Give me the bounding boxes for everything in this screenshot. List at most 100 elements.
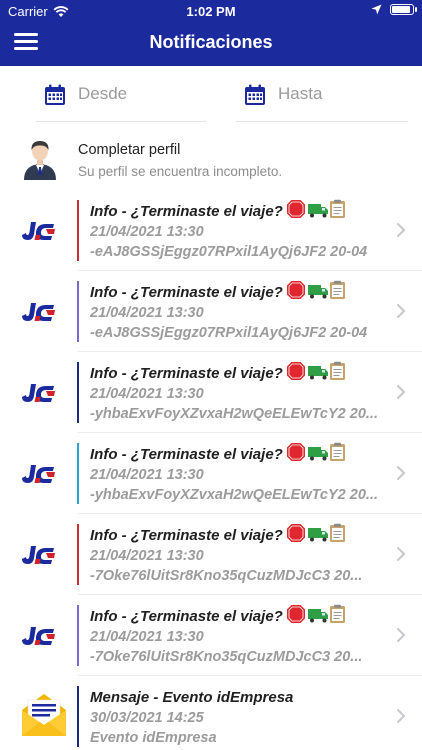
profile-subtitle: Su perfil se encuentra incompleto.: [78, 164, 283, 179]
notification-item[interactable]: Info - ¿Terminaste el viaje? 21/04/2021 …: [0, 433, 422, 514]
notification-text: Info - ¿Terminaste el viaje? 21/04/2021 …: [90, 361, 384, 424]
battery-icon: [390, 4, 417, 15]
date-filters: [0, 66, 422, 128]
emoji-icons: [286, 199, 348, 223]
notification-color-bar: [77, 362, 79, 423]
notification-detail: -yhbaExvFoyXZvxaH2wQeELEwTcY2 20...: [90, 487, 378, 503]
stop-sign-icon: [286, 281, 305, 299]
stop-sign-icon: [286, 524, 305, 542]
chevron-right-icon: [397, 547, 405, 561]
notification-detail: -7Oke76lUitSr8Kno35qCuzMDJcC3 20...: [90, 649, 363, 665]
emoji-icons: [286, 280, 348, 304]
notification-detail: -yhbaExvFoyXZvxaH2wQeELEwTcY2 20...: [90, 406, 378, 422]
notification-item[interactable]: Info - ¿Terminaste el viaje? 21/04/2021 …: [0, 352, 422, 433]
notification-color-bar: [77, 686, 79, 747]
notification-item[interactable]: Info - ¿Terminaste el viaje? 21/04/2021 …: [0, 271, 422, 352]
notification-text: Info - ¿Terminaste el viaje? 21/04/2021 …: [90, 280, 384, 343]
chevron-right-icon: [397, 466, 405, 480]
envelope-icon: [22, 694, 66, 736]
notification-detail: -7Oke76lUitSr8Kno35qCuzMDJcC3 20...: [90, 568, 363, 584]
notification-title-line: Info - ¿Terminaste el viaje?: [90, 442, 384, 466]
chevron-right-icon: [397, 385, 405, 399]
notification-title-line: Info - ¿Terminaste el viaje?: [90, 199, 384, 223]
company-logo-icon: [22, 222, 55, 240]
hasta-input[interactable]: [278, 84, 388, 104]
stop-sign-icon: [286, 443, 305, 461]
notification-list: Info - ¿Terminaste el viaje? 21/04/2021 …: [0, 190, 422, 750]
notification-title: Mensaje - Evento idEmpresa: [90, 688, 294, 706]
desde-filter[interactable]: [36, 84, 206, 122]
notification-title-line: Mensaje - Evento idEmpresa: [90, 686, 384, 708]
status-time: 1:02 PM: [186, 4, 236, 19]
clipboard-icon: [329, 523, 345, 542]
notification-item[interactable]: Info - ¿Terminaste el viaje? 21/04/2021 …: [0, 190, 422, 271]
user-avatar-icon: [24, 141, 56, 180]
truck-icon: [307, 204, 328, 218]
notification-color-bar: [77, 200, 79, 261]
notification-title-line: Info - ¿Terminaste el viaje?: [90, 280, 384, 304]
page-title: Notificaciones: [149, 32, 273, 52]
notification-detail: Evento idEmpresa: [90, 730, 217, 746]
notification-title-line: Info - ¿Terminaste el viaje?: [90, 361, 384, 385]
emoji-icons: [286, 442, 348, 466]
company-logo-icon: [22, 384, 55, 402]
notification-title: Info - ¿Terminaste el viaje?: [90, 283, 283, 301]
emoji-icons: [286, 604, 348, 628]
chevron-right-icon: [397, 304, 405, 318]
notification-title: Info - ¿Terminaste el viaje?: [90, 526, 283, 544]
complete-profile-item[interactable]: Completar perfil Su perfil se encuentra …: [0, 130, 422, 188]
notification-date: 21/04/2021 13:30: [90, 629, 204, 645]
truck-icon: [307, 366, 328, 380]
notification-date: 21/04/2021 13:30: [90, 548, 204, 564]
truck-icon: [307, 609, 328, 623]
emoji-icons: [286, 523, 348, 547]
truck-icon: [307, 447, 328, 461]
notification-text: Info - ¿Terminaste el viaje? 21/04/2021 …: [90, 442, 384, 505]
notification-item[interactable]: Info - ¿Terminaste el viaje? 21/04/2021 …: [0, 595, 422, 676]
notification-date: 21/04/2021 13:30: [90, 305, 204, 321]
calendar-icon: [245, 84, 265, 105]
stop-sign-icon: [286, 362, 305, 380]
chevron-right-icon: [397, 628, 405, 642]
notification-text: Mensaje - Evento idEmpresa 30/03/2021 14…: [90, 686, 384, 748]
location-arrow-icon: [371, 4, 382, 15]
clipboard-icon: [329, 604, 345, 623]
notification-color-bar: [77, 281, 79, 342]
notification-title: Info - ¿Terminaste el viaje?: [90, 202, 283, 220]
chevron-right-icon: [397, 709, 405, 723]
profile-title: Completar perfil: [78, 142, 181, 158]
notification-date: 30/03/2021 14:25: [90, 710, 204, 726]
notification-color-bar: [77, 605, 79, 666]
calendar-icon: [45, 84, 65, 105]
clipboard-icon: [329, 280, 345, 299]
notification-text: Info - ¿Terminaste el viaje? 21/04/2021 …: [90, 199, 384, 262]
notification-color-bar: [77, 524, 79, 585]
truck-icon: [307, 528, 328, 542]
notification-item[interactable]: Info - ¿Terminaste el viaje? 21/04/2021 …: [0, 514, 422, 595]
truck-icon: [307, 285, 328, 299]
clipboard-icon: [329, 442, 345, 461]
clipboard-icon: [329, 199, 345, 218]
company-logo-icon: [22, 465, 55, 483]
stop-sign-icon: [286, 200, 305, 218]
notification-color-bar: [77, 443, 79, 504]
notification-title: Info - ¿Terminaste el viaje?: [90, 445, 283, 463]
clipboard-icon: [329, 361, 345, 380]
company-logo-icon: [22, 546, 55, 564]
notification-detail: -eAJ8GSSjEggz07RPxil1AyQj6JF2 20-04: [90, 244, 368, 260]
desde-input[interactable]: [78, 84, 188, 104]
notification-date: 21/04/2021 13:30: [90, 224, 204, 240]
notification-item[interactable]: Mensaje - Evento idEmpresa 30/03/2021 14…: [0, 676, 422, 750]
notification-detail: -eAJ8GSSjEggz07RPxil1AyQj6JF2 20-04: [90, 325, 368, 341]
chevron-right-icon: [397, 223, 405, 237]
notification-date: 21/04/2021 13:30: [90, 386, 204, 402]
notification-title-line: Info - ¿Terminaste el viaje?: [90, 523, 384, 547]
notification-text: Info - ¿Terminaste el viaje? 21/04/2021 …: [90, 604, 384, 667]
notification-title: Info - ¿Terminaste el viaje?: [90, 364, 283, 382]
hasta-filter[interactable]: [236, 84, 408, 122]
notification-text: Info - ¿Terminaste el viaje? 21/04/2021 …: [90, 523, 384, 586]
navigation-bar: Carrier 1:02 PM Notificaciones: [0, 0, 422, 66]
stop-sign-icon: [286, 605, 305, 623]
notification-title: Info - ¿Terminaste el viaje?: [90, 607, 283, 625]
emoji-icons: [286, 361, 348, 385]
